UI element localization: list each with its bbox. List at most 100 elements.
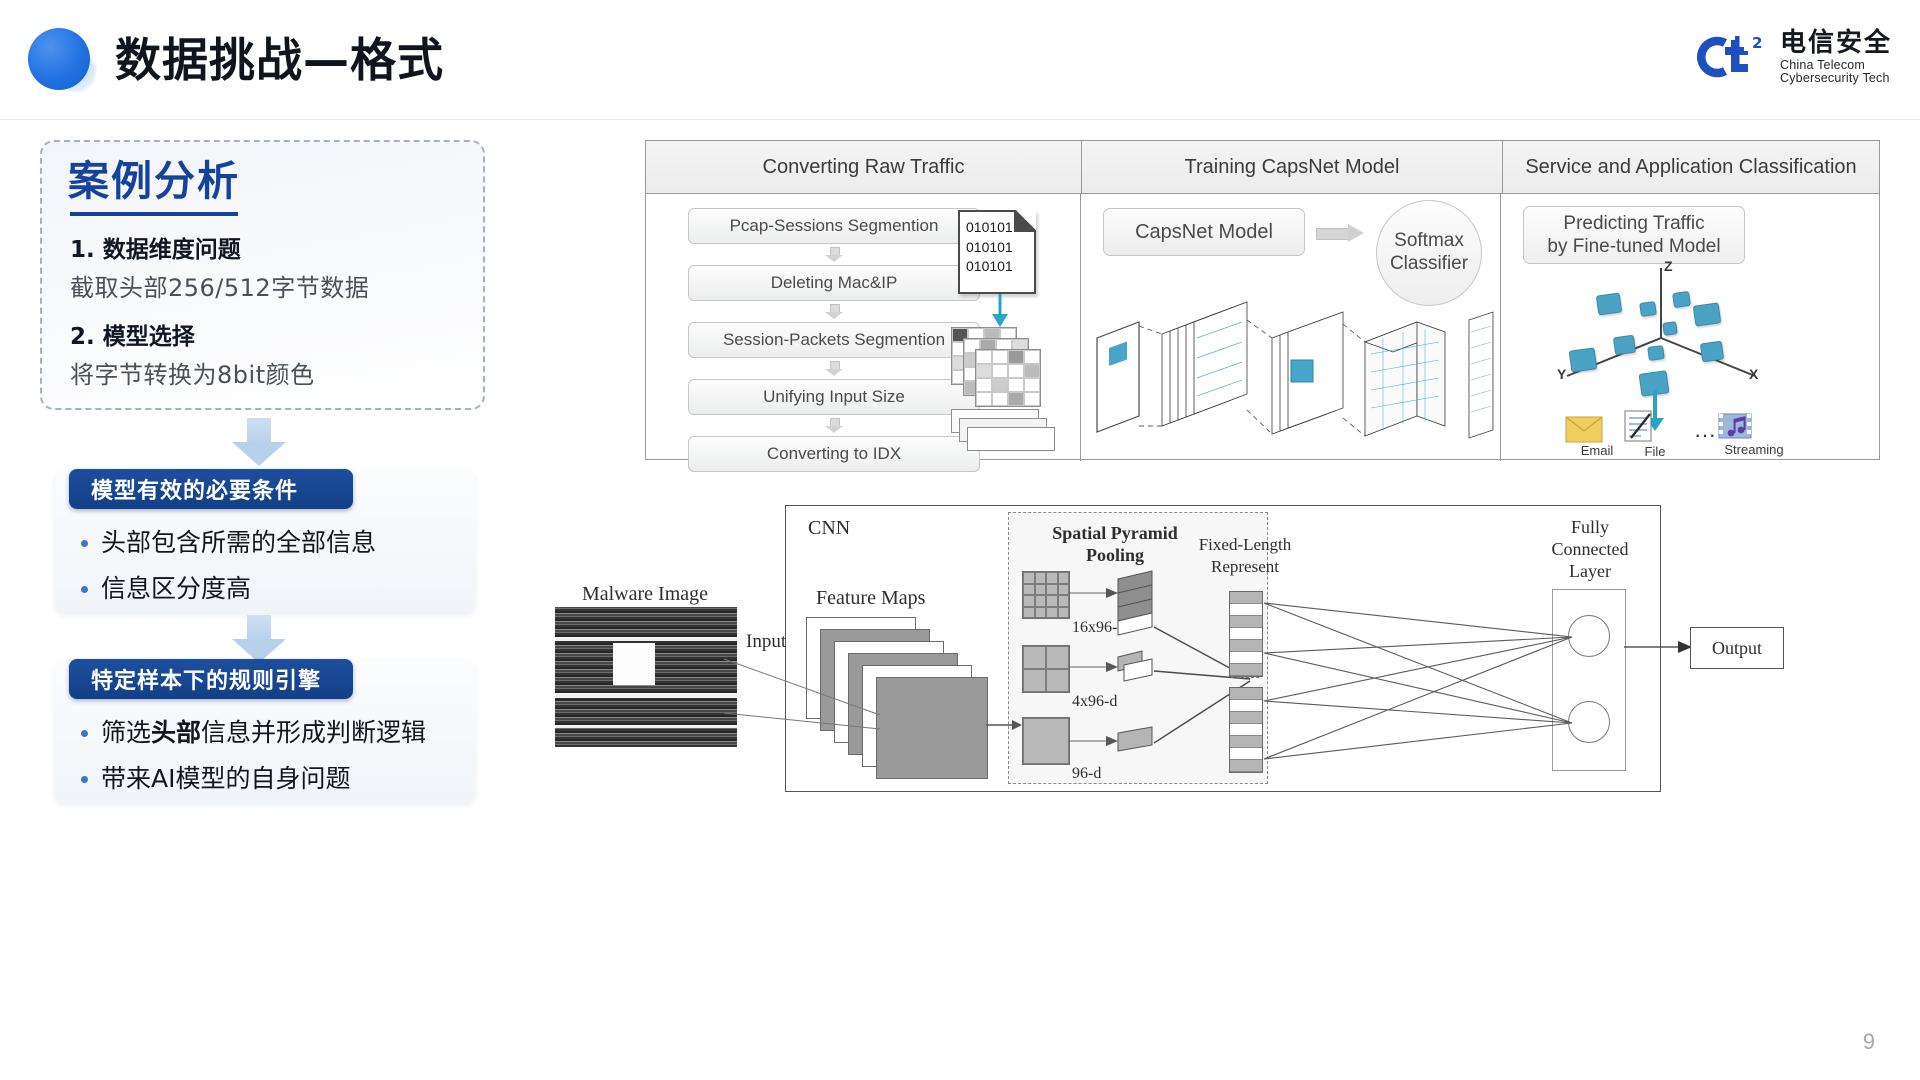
- card-2-bullet-1-pre: 筛选: [101, 718, 152, 747]
- predicting-traffic-box: Predicting Traffic by Fine-tuned Model: [1523, 206, 1745, 264]
- cnn-label: CNN: [808, 517, 851, 539]
- pipeline-step-4: Unifying Input Size: [688, 379, 980, 415]
- page-number: 9: [1862, 1029, 1875, 1054]
- list-item: 筛选头部信息并形成判断逻辑: [81, 716, 455, 750]
- logo-english-line2: Cybersecurity Tech: [1779, 71, 1890, 85]
- case-item-1-detail: 截取头部256/512字节数据: [70, 274, 370, 303]
- app-icon-file: File: [1623, 410, 1687, 459]
- card-2-tab: 特定样本下的规则引擎: [69, 659, 353, 699]
- brand-logo: 2 电信安全 China Telecom Cybersecurity Tech: [1695, 22, 1892, 92]
- list-item: 带来AI模型的自身问题: [81, 762, 455, 796]
- cnn-figure: CNN Malware Image Input Feature Maps Spa…: [555, 505, 1880, 835]
- gray-right-arrow-icon: [1316, 224, 1368, 242]
- pipeline-column-classification: Predicting Traffic by Fine-tuned Model Z…: [1501, 194, 1879, 461]
- case-item-2-heading: 2. 模型选择: [70, 324, 195, 351]
- app-icon-email-label: Email: [1580, 443, 1614, 458]
- pipeline-figure: Converting Raw Traffic Training CapsNet …: [645, 140, 1880, 472]
- binary-document-icon: 010101 010101 010101: [958, 210, 1036, 294]
- pipeline-header-1: Converting Raw Traffic: [646, 141, 1082, 193]
- bullet-dot-icon: [81, 540, 88, 547]
- fmap-to-spp-arrow-icon: [986, 720, 1022, 730]
- fixed-length-line1: Fixed-Length: [1198, 535, 1292, 554]
- fc-neuron-1: [1568, 615, 1610, 657]
- input-connector-lines: [723, 658, 881, 730]
- document-pen-icon: [1624, 410, 1652, 442]
- case-title-underline: [70, 212, 238, 217]
- app-icon-file-label: File: [1644, 444, 1666, 459]
- pipeline-column-converting: Pcap-Sessions Segmention Deleting Mac&IP…: [646, 194, 1081, 472]
- step-arrow-icon: [825, 247, 843, 262]
- fc-neuron-2: [1568, 701, 1610, 743]
- output-box: Output: [1690, 627, 1784, 669]
- malware-image-label: Malware Image: [581, 583, 709, 605]
- bullet-dot-icon: [81, 730, 88, 737]
- pipeline-header-2: Training CapsNet Model: [1082, 141, 1503, 193]
- fixed-length-line2: Represent: [1211, 557, 1279, 576]
- card-2-bullet-2: 带来AI模型的自身问题: [101, 763, 351, 793]
- card-1-bullet-2: 信息区分度高: [101, 573, 252, 603]
- spp-title-line2: Pooling: [1085, 545, 1144, 565]
- fc-line2: Connected: [1551, 539, 1629, 559]
- blue-down-arrow-icon: [992, 294, 1008, 327]
- spp-grid-1: [1022, 717, 1070, 765]
- pipeline-column-training: CapsNet Model Softmax Classifier: [1081, 194, 1501, 461]
- axis-label-y: Y: [1557, 366, 1567, 382]
- fc-line3: Layer: [1569, 561, 1611, 581]
- svg-text:2: 2: [1752, 34, 1762, 52]
- step-arrow-icon: [825, 418, 843, 433]
- pipeline-step-2: Deleting Mac&IP: [688, 265, 980, 301]
- pipeline-step-1: Pcap-Sessions Segmention: [688, 208, 980, 244]
- envelope-icon: [1565, 416, 1603, 443]
- predict-line2: by Fine-tuned Model: [1547, 236, 1721, 257]
- output-arrow-icon: [1624, 641, 1692, 653]
- vector-divider: [1231, 677, 1259, 678]
- case-analysis-title: 案例分析: [68, 157, 240, 205]
- case-item-1-heading: 1. 数据维度问题: [70, 237, 241, 264]
- pipeline-step-3: Session-Packets Segmention: [688, 322, 980, 358]
- predict-line1: Predicting Traffic: [1563, 212, 1705, 234]
- card-1-tab: 模型有效的必要条件: [69, 469, 353, 509]
- fixed-length-vector-bottom: [1229, 687, 1263, 773]
- spp-grid-4: [1022, 645, 1070, 693]
- slide-header: 数据挑战—格式 2 电信安全 China Telecom Cybersecuri…: [0, 0, 1920, 120]
- softmax-line2: Classifier: [1389, 253, 1469, 274]
- bullet-dot-icon: [81, 585, 88, 593]
- card-2-bullet-1-bold: 头部: [151, 718, 202, 747]
- spp-grid-16: [1022, 571, 1070, 619]
- case-analysis-box: 案例分析 1. 数据维度问题 截取头部256/512字节数据 2. 模型选择 将…: [40, 140, 485, 410]
- axis-label-x: X: [1749, 366, 1759, 382]
- header-divider: [0, 119, 1920, 120]
- binary-line-3: 010101: [966, 258, 1013, 275]
- card-rule-engine: 特定样本下的规则引擎 筛选头部信息并形成判断逻辑 带来AI模型的自身问题: [55, 659, 475, 803]
- capsnet-model-box: CapsNet Model: [1103, 208, 1305, 256]
- fc-line1: Fully: [1570, 517, 1609, 537]
- card-1-tab-label: 模型有效的必要条件: [91, 479, 299, 504]
- logo-english-line1: China Telecom: [1779, 57, 1866, 72]
- feature-maps-label: Feature Maps: [816, 587, 926, 609]
- pipeline-step-5: Converting to IDX: [688, 436, 980, 472]
- input-label: Input: [746, 631, 787, 652]
- pipeline-header-3: Service and Application Classification: [1525, 155, 1857, 178]
- bullet-dot-icon: [81, 775, 88, 783]
- softmax-line1: Softmax: [1394, 230, 1464, 252]
- case-item-2-detail: 将字节转换为8bit颜色: [70, 361, 315, 390]
- list-item: 头部包含所需的全部信息: [81, 526, 455, 560]
- fixed-length-vector-top: [1229, 591, 1263, 677]
- fc-connections: [1263, 602, 1573, 760]
- step-arrow-icon: [825, 361, 843, 376]
- capsnet-architecture-icon: [1096, 301, 1494, 439]
- ct2-logo-icon: 2: [1695, 34, 1769, 80]
- flow-arrow-2-icon: [232, 615, 286, 663]
- app-icon-streaming: Streaming: [1717, 410, 1791, 457]
- card-2-tab-label: 特定样本下的规则引擎: [91, 669, 322, 694]
- softmax-classifier-node: Softmax Classifier: [1376, 200, 1482, 306]
- app-icon-email: Email: [1565, 416, 1629, 458]
- logo-chinese-name: 电信安全: [1779, 27, 1892, 58]
- card-2-bullet-1-post: 信息并形成判断逻辑: [201, 718, 427, 747]
- binary-line-2: 010101: [966, 238, 1013, 255]
- list-item: 信息区分度高: [81, 572, 455, 606]
- card-1-bullet-1: 头部包含所需的全部信息: [101, 528, 377, 557]
- card-necessary-conditions: 模型有效的必要条件 头部包含所需的全部信息 信息区分度高: [55, 469, 475, 613]
- media-icon: [1718, 413, 1752, 439]
- page-title: 数据挑战—格式: [115, 33, 444, 87]
